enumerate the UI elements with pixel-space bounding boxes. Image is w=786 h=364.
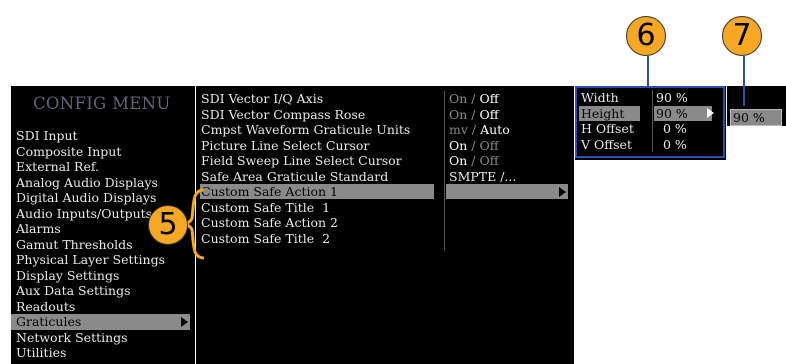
toggle-sep: /	[471, 106, 476, 122]
toggle-on-off[interactable]: On / Off	[449, 107, 499, 123]
graticule-row-iq-axis[interactable]: SDI Vector I/Q Axis On / Off	[196, 91, 574, 107]
config-item-network-settings[interactable]: Network Settings	[11, 330, 195, 346]
config-item-analog-audio-displays[interactable]: Analog Audio Displays	[11, 175, 195, 191]
row-label: Custom Safe Action 2	[201, 215, 338, 230]
toggle-on: On	[449, 153, 468, 168]
graticule-row-picture-line-cursor[interactable]: Picture Line Select Cursor On / Off	[196, 138, 574, 154]
row-label: Custom Safe Action 1	[201, 184, 338, 199]
graticule-submenu-panel: SDI Vector I/Q Axis On / Off SDI Vector …	[196, 86, 574, 364]
size-label: Height	[581, 105, 625, 121]
config-item-display-settings[interactable]: Display Settings	[11, 268, 195, 284]
row-label: SDI Vector Compass Rose	[201, 106, 366, 122]
toggle-off: Off	[479, 137, 499, 153]
graticule-row-field-sweep-cursor[interactable]: Field Sweep Line Select Cursor On / Off	[196, 153, 574, 169]
config-item-external-ref[interactable]: External Ref.	[11, 159, 195, 175]
toggle-on-off[interactable]: On / Off	[449, 91, 499, 107]
config-item-digital-audio-displays[interactable]: Digital Audio Displays	[11, 190, 195, 206]
toggle-mv-auto[interactable]: mv / Auto	[449, 122, 510, 138]
size-value: 0 %	[663, 136, 687, 152]
toggle-on: On	[449, 137, 468, 153]
row-label: Safe Area Graticule Standard	[201, 168, 389, 184]
config-item-physical-layer-settings[interactable]: Physical Layer Settings	[11, 252, 195, 268]
size-label: V Offset	[581, 136, 632, 152]
toggle-off: Off	[479, 106, 499, 122]
config-item-aux-data-settings[interactable]: Aux Data Settings	[11, 283, 195, 299]
config-item-graticules-label: Graticules	[16, 314, 82, 329]
row-label: Cmpst Waveform Graticule Units	[201, 122, 411, 137]
row-label: Custom Safe Title 2	[201, 230, 331, 246]
config-item-utilities[interactable]: Utilities	[11, 345, 195, 361]
submenu-arrow-icon	[559, 187, 566, 197]
config-item-graticules[interactable]: Graticules	[11, 314, 190, 330]
callout-5: 5	[148, 205, 188, 245]
value-box-text: 90 %	[733, 110, 765, 125]
callout-7: 7	[722, 16, 762, 56]
toggle-off: Off	[479, 153, 499, 168]
size-divider	[652, 90, 653, 152]
graticule-row-compass-rose[interactable]: SDI Vector Compass Rose On / Off	[196, 107, 574, 123]
size-row-h-offset[interactable]: H Offset 0 %	[579, 121, 723, 137]
config-item-composite-input[interactable]: Composite Input	[11, 144, 195, 160]
size-value: 90 %	[656, 90, 688, 105]
toggle-sep: /	[471, 91, 476, 106]
size-label: H Offset	[581, 121, 634, 136]
row-label: Field Sweep Line Select Cursor	[201, 153, 402, 168]
size-row-v-offset[interactable]: V Offset 0 %	[579, 137, 723, 153]
row-label: Picture Line Select Cursor	[201, 137, 370, 153]
submenu-arrow-icon	[181, 317, 188, 327]
size-value: 90 %	[656, 105, 688, 121]
graticule-row-safe-area-standard[interactable]: Safe Area Graticule Standard SMPTE /...	[196, 169, 574, 185]
toggle-sep: /	[471, 153, 476, 168]
config-item-sdi-input[interactable]: SDI Input	[11, 128, 195, 144]
toggle-on-off[interactable]: On / Off	[449, 153, 499, 169]
row-value-highlight	[446, 184, 568, 199]
toggle-sep: /	[471, 122, 477, 137]
graticule-row-custom-safe-title-2[interactable]: Custom Safe Title 2	[196, 231, 574, 247]
toggle-auto: Auto	[480, 122, 510, 137]
toggle-sep: /	[471, 137, 476, 153]
callout-6-leader	[647, 56, 649, 86]
safe-area-standard-value[interactable]: SMPTE /...	[449, 169, 516, 185]
graticule-row-custom-safe-title-1[interactable]: Custom Safe Title 1	[196, 200, 574, 216]
config-item-readouts[interactable]: Readouts	[11, 299, 195, 315]
graticule-row-custom-safe-action-1[interactable]: Custom Safe Action 1	[196, 184, 574, 200]
config-menu-title: CONFIG MENU	[33, 94, 171, 113]
graticule-row-custom-safe-action-2[interactable]: Custom Safe Action 2	[196, 215, 574, 231]
toggle-on-off[interactable]: On / Off	[449, 138, 499, 154]
graticule-row-waveform-units[interactable]: Cmpst Waveform Graticule Units mv / Auto	[196, 122, 574, 138]
size-label: Width	[581, 90, 619, 105]
size-row-width[interactable]: Width 90 %	[579, 90, 723, 106]
toggle-on: On	[449, 106, 468, 122]
row-label: Custom Safe Title 1	[201, 199, 331, 215]
row-label: SDI Vector I/Q Axis	[201, 91, 324, 106]
callout-7-leader	[743, 56, 745, 106]
toggle-off: Off	[479, 91, 499, 106]
size-value: 0 %	[663, 121, 687, 136]
value-box[interactable]: 90 %	[730, 109, 782, 126]
submenu-arrow-icon	[707, 107, 714, 118]
size-row-height[interactable]: Height 90 %	[579, 105, 723, 122]
size-panel-rows: Width 90 % Height 90 % H Offset 0 % V Of…	[579, 90, 723, 152]
toggle-mv: mv	[449, 122, 468, 137]
callout-6: 6	[626, 16, 666, 56]
toggle-on: On	[449, 91, 468, 106]
